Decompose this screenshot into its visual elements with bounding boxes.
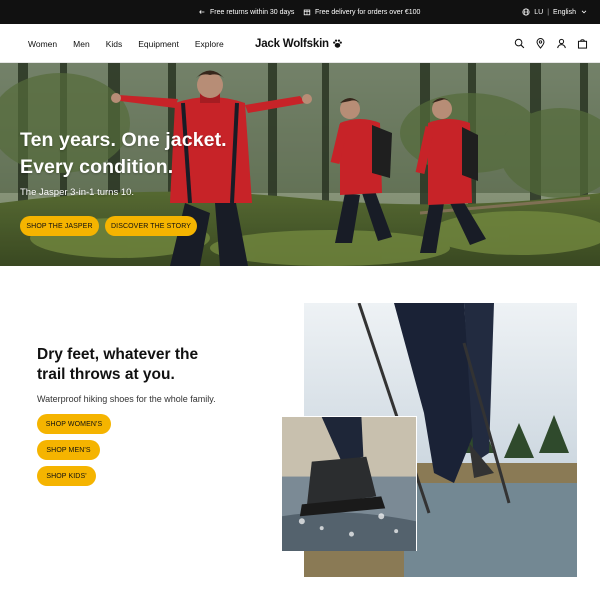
hero-title-line1: Ten years. One jacket. bbox=[20, 129, 227, 151]
brand-logo[interactable]: Jack Wolfskin bbox=[255, 24, 343, 63]
shop-mens-button[interactable]: SHOP MEN'S bbox=[37, 440, 100, 460]
shop-the-jasper-button[interactable]: SHOP THE JASPER bbox=[20, 216, 99, 236]
search-icon[interactable] bbox=[514, 38, 525, 49]
hero-banner: Ten years. One jacket. Every condition. … bbox=[0, 63, 600, 266]
feature-title-line2: trail throws at you. bbox=[37, 366, 175, 383]
hero-title: Ten years. One jacket. Every condition. bbox=[20, 127, 227, 181]
brand-name: Jack Wolfskin bbox=[255, 37, 329, 50]
feature-title-line1: Dry feet, whatever the bbox=[37, 346, 199, 363]
location-pin-icon[interactable] bbox=[535, 38, 546, 49]
promo-returns-text: Free returns within 30 days bbox=[210, 8, 295, 16]
globe-icon bbox=[522, 8, 530, 16]
promo-delivery[interactable]: Free delivery for orders over €100 bbox=[303, 0, 420, 24]
header-icons bbox=[514, 24, 588, 63]
hero-subtitle: The Jasper 3-in-1 turns 10. bbox=[20, 187, 135, 198]
nav-item-equipment[interactable]: Equipment bbox=[138, 39, 179, 49]
paw-icon bbox=[332, 39, 342, 48]
site-header: Women Men Kids Equipment Explore Jack Wo… bbox=[0, 24, 600, 63]
nav-item-kids[interactable]: Kids bbox=[106, 39, 123, 49]
nav-item-women[interactable]: Women bbox=[28, 39, 57, 49]
locale-region: LU bbox=[534, 8, 544, 16]
nav-item-explore[interactable]: Explore bbox=[195, 39, 224, 49]
user-icon[interactable] bbox=[556, 38, 567, 49]
feature-subtitle: Waterproof hiking shoes for the whole fa… bbox=[37, 394, 216, 404]
promo-bar: Free returns within 30 days Free deliver… bbox=[0, 0, 600, 24]
promo-delivery-text: Free delivery for orders over €100 bbox=[315, 8, 421, 16]
locale-language: English bbox=[553, 8, 576, 16]
locale-selector[interactable]: LU | English bbox=[522, 0, 588, 24]
hero-title-line2: Every condition. bbox=[20, 156, 174, 178]
chevron-down-icon bbox=[581, 10, 587, 14]
shop-kids-button[interactable]: SHOP KIDS' bbox=[37, 466, 96, 486]
boot-splash-image bbox=[282, 416, 417, 551]
feature-title: Dry feet, whatever the trail throws at y… bbox=[37, 345, 198, 385]
main-nav: Women Men Kids Equipment Explore bbox=[28, 24, 240, 63]
package-icon bbox=[303, 9, 311, 16]
nav-item-men[interactable]: Men bbox=[73, 39, 90, 49]
return-arrow-icon bbox=[199, 10, 205, 14]
cart-icon[interactable] bbox=[577, 38, 588, 49]
promo-returns[interactable]: Free returns within 30 days bbox=[198, 0, 294, 24]
discover-the-story-button[interactable]: DISCOVER THE STORY bbox=[105, 216, 197, 236]
shop-womens-button[interactable]: SHOP WOMEN'S bbox=[37, 414, 111, 434]
locale-separator: | bbox=[547, 8, 550, 16]
